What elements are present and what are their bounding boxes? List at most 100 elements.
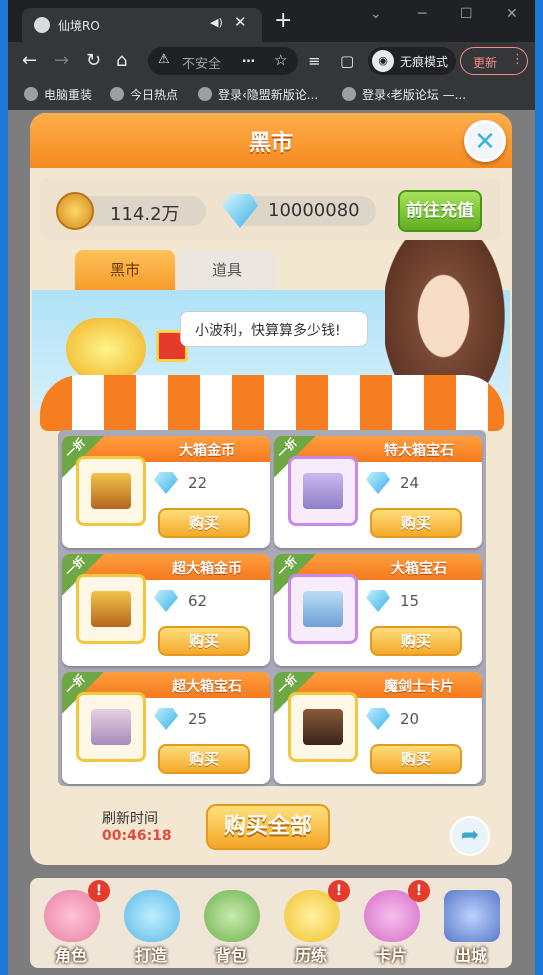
gem-chest-icon: [303, 473, 343, 509]
nav-forge[interactable]: 打造: [112, 880, 190, 966]
item-name: 特大箱宝石: [384, 443, 454, 459]
close-tab-icon[interactable]: ✕: [234, 13, 247, 31]
diamond-amount: 10000080: [268, 200, 360, 221]
bookmark-item[interactable]: 电脑重装: [24, 86, 92, 103]
gold-chest-icon: [91, 473, 131, 509]
warning-icon: ⚠: [158, 52, 170, 67]
bookmarks-bar: 电脑重装 今日热点 登录‹隐盟新版论... 登录‹老版论坛 —...: [8, 80, 535, 110]
nav-label: 背包: [214, 946, 247, 965]
forge-icon: [124, 890, 180, 942]
globe-icon: [24, 87, 38, 101]
item-image: [76, 692, 146, 762]
shop-item-card: 大箱金币 一折 22 购买: [62, 436, 270, 548]
back-icon[interactable]: ←: [22, 50, 37, 71]
nav-label: 卡片: [374, 946, 407, 965]
diamond-icon: [366, 708, 390, 730]
item-name: 大箱金币: [179, 443, 235, 459]
backpack-icon: [204, 890, 260, 942]
card-item-icon: [303, 709, 343, 745]
page-title: 黑市: [248, 131, 293, 156]
maximize-button[interactable]: ☐: [460, 6, 473, 22]
item-image: [288, 692, 358, 762]
address-bar[interactable]: ⚠ 不安全 … ☆: [148, 47, 298, 75]
globe-icon: [110, 87, 124, 101]
buy-button[interactable]: 购买: [370, 626, 462, 656]
side-panel-icon[interactable]: ▢: [340, 52, 354, 70]
buy-button[interactable]: 购买: [370, 508, 462, 538]
nav-exit-city[interactable]: 出城: [432, 880, 510, 966]
panel-header: 黑市: [30, 113, 512, 168]
browser-tab-strip: 仙境RO ◀) ✕ + ⌄ ─ ☐ ✕: [8, 0, 535, 42]
buy-all-button[interactable]: 购买全部: [206, 804, 330, 850]
nav-backpack[interactable]: 背包: [192, 880, 270, 966]
item-image: [76, 456, 146, 526]
bookmark-star-icon[interactable]: ☆: [274, 51, 287, 69]
incognito-indicator[interactable]: ◉ 无痕模式: [368, 47, 456, 75]
update-label: 更新: [473, 56, 498, 70]
speech-text: 小波利，快算算多少钱!: [195, 323, 341, 339]
gem-chest-icon: [91, 709, 131, 745]
nav-character[interactable]: ! 角色: [32, 880, 110, 966]
tab-items[interactable]: 道具: [178, 250, 276, 290]
gold-chest-icon: [91, 591, 131, 627]
update-button[interactable]: 更新 ⋮: [460, 47, 528, 75]
item-image: [288, 456, 358, 526]
item-price: 20: [400, 710, 420, 728]
wordpress-icon: [198, 87, 212, 101]
bookmark-item[interactable]: 今日热点: [110, 86, 178, 103]
incognito-icon: ◉: [372, 50, 394, 72]
reading-list-icon[interactable]: ≡: [308, 52, 321, 70]
buy-button[interactable]: 购买: [158, 508, 250, 538]
buy-button[interactable]: 购买: [370, 744, 462, 774]
bookmark-item[interactable]: 登录‹隐盟新版论...: [198, 86, 318, 103]
nav-label: 历练: [294, 946, 327, 965]
shop-item-card: 魔剑士卡片 一折 20 购买: [274, 672, 482, 784]
forward-icon[interactable]: →: [54, 50, 69, 71]
reload-icon[interactable]: ↻: [86, 50, 101, 71]
recharge-button[interactable]: 前往充值: [398, 190, 482, 232]
close-window-button[interactable]: ✕: [506, 6, 518, 22]
diamond-icon: [154, 708, 178, 730]
poring-mascot: [66, 318, 146, 380]
browser-toolbar: ← → ↻ ⌂ ⚠ 不安全 … ☆ ≡ ▢ ◉ 无痕模式 更新 ⋮: [8, 42, 535, 80]
close-button[interactable]: ✕: [464, 120, 506, 162]
menu-icon[interactable]: ⋮: [511, 52, 524, 67]
alert-badge: !: [328, 880, 350, 902]
diamond-icon: [366, 472, 390, 494]
refresh-timer: 00:46:18: [102, 828, 172, 844]
item-price: 15: [400, 592, 420, 610]
nav-label: 出城: [454, 946, 487, 965]
alert-badge: !: [88, 880, 110, 902]
buy-button[interactable]: 购买: [158, 626, 250, 656]
portal-icon: [444, 890, 500, 942]
nav-training[interactable]: ! 历练: [272, 880, 350, 966]
item-price: 25: [188, 710, 208, 728]
buy-button[interactable]: 购买: [158, 744, 250, 774]
nav-label: 角色: [54, 946, 87, 965]
nav-label: 打造: [134, 946, 167, 965]
item-name: 大箱宝石: [391, 561, 447, 577]
gold-coin-icon: [56, 192, 94, 230]
diamond-icon: [366, 590, 390, 612]
globe-icon: [34, 17, 50, 33]
nav-cards[interactable]: ! 卡片: [352, 880, 430, 966]
speech-bubble: 小波利，快算算多少钱!: [180, 311, 368, 347]
speaker-icon[interactable]: ◀): [210, 16, 223, 29]
bookmark-item[interactable]: 登录‹老版论坛 —...: [342, 86, 466, 103]
minimize-button[interactable]: ─: [418, 6, 426, 22]
diamond-icon: [154, 590, 178, 612]
share-button[interactable]: ➦: [450, 816, 490, 856]
share-arrow-icon: ➦: [460, 823, 480, 848]
shop-awning: [40, 375, 504, 431]
shop-item-card: 特大箱宝石 一折 24 购买: [274, 436, 482, 548]
item-price: 62: [188, 592, 208, 610]
tab-black-market[interactable]: 黑市: [75, 250, 175, 290]
tab-search-icon[interactable]: ⌄: [370, 6, 382, 22]
home-icon[interactable]: ⌂: [116, 50, 127, 71]
item-image: [76, 574, 146, 644]
item-price: 22: [188, 474, 208, 492]
browser-tab[interactable]: 仙境RO ◀) ✕: [22, 8, 262, 42]
new-tab-button[interactable]: +: [274, 8, 292, 33]
item-price: 24: [400, 474, 420, 492]
incognito-label: 无痕模式: [400, 55, 449, 69]
